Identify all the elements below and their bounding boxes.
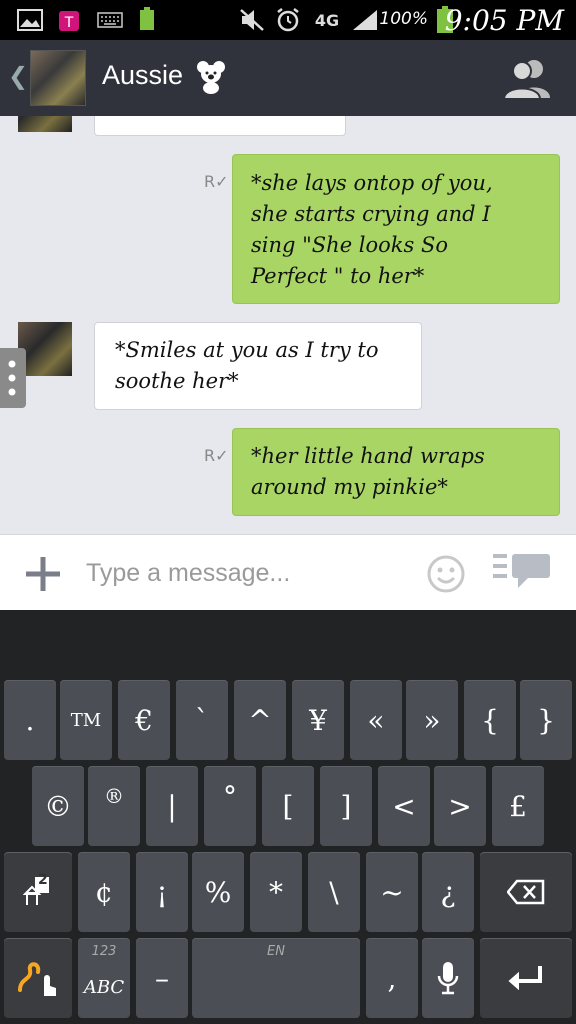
avatar[interactable] (18, 322, 72, 376)
key[interactable]: » (406, 680, 458, 760)
message-line: *her little hand wraps (251, 444, 485, 468)
key[interactable]: ¢ (78, 852, 130, 932)
shift-page-key[interactable]: 2 (4, 852, 72, 932)
message-line: *she lays ontop of you, (251, 171, 493, 195)
network-type-label: 4G (314, 10, 340, 30)
key[interactable]: | (146, 766, 198, 846)
keyboard: . TM € ` ^ ¥ « » { } © ® | ° [ ] < > £ 2… (0, 610, 576, 1024)
key[interactable]: ¥ (292, 680, 344, 760)
key[interactable]: ` (176, 680, 228, 760)
battery-percent: 100% (379, 9, 428, 29)
language-label: EN (267, 944, 285, 959)
key[interactable]: * (250, 852, 302, 932)
message-bubble-partial (94, 116, 346, 136)
message-line: sing "She looks So (251, 233, 449, 257)
message-line: *Smiles at you as I try to (115, 338, 379, 362)
message-line: Perfect " to her* (251, 264, 425, 288)
mute-icon (238, 7, 266, 33)
key[interactable]: « (350, 680, 402, 760)
add-attachment-icon[interactable] (24, 555, 62, 593)
gallery-icon (16, 7, 44, 33)
signal-icon (350, 7, 380, 33)
key[interactable]: TM (60, 680, 112, 760)
avatar (18, 116, 72, 132)
clock: 9:05 PM (444, 4, 564, 37)
message-line: soothe her* (115, 369, 239, 393)
koala-icon (197, 61, 225, 94)
more-vertical-icon (8, 360, 16, 396)
back-chevron-icon[interactable]: ❮ (8, 62, 28, 90)
emoticon-icon[interactable] (426, 554, 466, 594)
key[interactable]: } (520, 680, 572, 760)
key[interactable]: ¿ (422, 852, 474, 932)
contact-name[interactable]: Aussie (102, 60, 183, 91)
message-list[interactable]: R✓ *she lays ontop of you, she starts cr… (0, 116, 576, 534)
voice-input-key[interactable] (422, 938, 474, 1018)
key[interactable]: © (32, 766, 84, 846)
tmobile-icon: T (56, 7, 82, 33)
read-receipt-icon: R✓ (204, 172, 229, 191)
backspace-icon (507, 879, 545, 905)
svg-text:T: T (64, 15, 74, 31)
key[interactable]: ° (204, 766, 256, 846)
contact-avatar[interactable] (30, 50, 86, 106)
swype-key[interactable] (4, 938, 72, 1018)
swype-gesture-icon (18, 962, 56, 996)
key[interactable]: £ (492, 766, 544, 846)
enter-icon (508, 966, 542, 991)
key[interactable]: ^ (234, 680, 286, 760)
chat-menu-icon[interactable] (490, 552, 552, 592)
key[interactable]: > (434, 766, 486, 846)
keyboard-icon (96, 7, 124, 33)
key[interactable]: € (118, 680, 170, 760)
key[interactable]: \ (308, 852, 360, 932)
message-bubble-incoming[interactable]: *Smiles at you as I try to soothe her* (94, 322, 422, 410)
key[interactable]: [ (262, 766, 314, 846)
enter-key[interactable] (480, 938, 572, 1018)
comma-key[interactable]: , (366, 938, 418, 1018)
shift-page-number: 2 (38, 872, 48, 888)
message-line: she starts crying and I (251, 202, 491, 226)
space-key[interactable]: EN (192, 938, 360, 1018)
microphone-icon (437, 962, 459, 995)
key[interactable]: { (464, 680, 516, 760)
key[interactable]: % (192, 852, 244, 932)
key[interactable]: ] (320, 766, 372, 846)
key[interactable]: . (4, 680, 56, 760)
message-bubble-outgoing[interactable]: *she lays ontop of you, she starts cryin… (232, 154, 560, 304)
key[interactable]: < (378, 766, 430, 846)
participants-icon[interactable] (500, 58, 556, 100)
status-bar: T 4G 100% 9:05 PM (0, 0, 576, 40)
key[interactable]: ~ (366, 852, 418, 932)
key[interactable]: ® (88, 766, 140, 846)
message-bubble-outgoing[interactable]: *her little hand wraps around my pinkie* (232, 428, 560, 516)
dash-key[interactable]: – (136, 938, 188, 1018)
mode-letters-label: ABC (83, 976, 125, 998)
message-line: around my pinkie* (251, 475, 448, 499)
battery-full-icon (136, 7, 158, 33)
message-input[interactable] (86, 555, 406, 591)
mode-numbers-label: 123 (91, 944, 117, 959)
chat-header: ❮ Aussie (0, 40, 576, 116)
key[interactable]: ¡ (136, 852, 188, 932)
alarm-icon (274, 7, 302, 33)
mode-switch-key[interactable]: 123 ABC (78, 938, 130, 1018)
backspace-key[interactable] (480, 852, 572, 932)
read-receipt-icon: R✓ (204, 446, 229, 465)
side-panel-handle[interactable] (0, 348, 26, 408)
